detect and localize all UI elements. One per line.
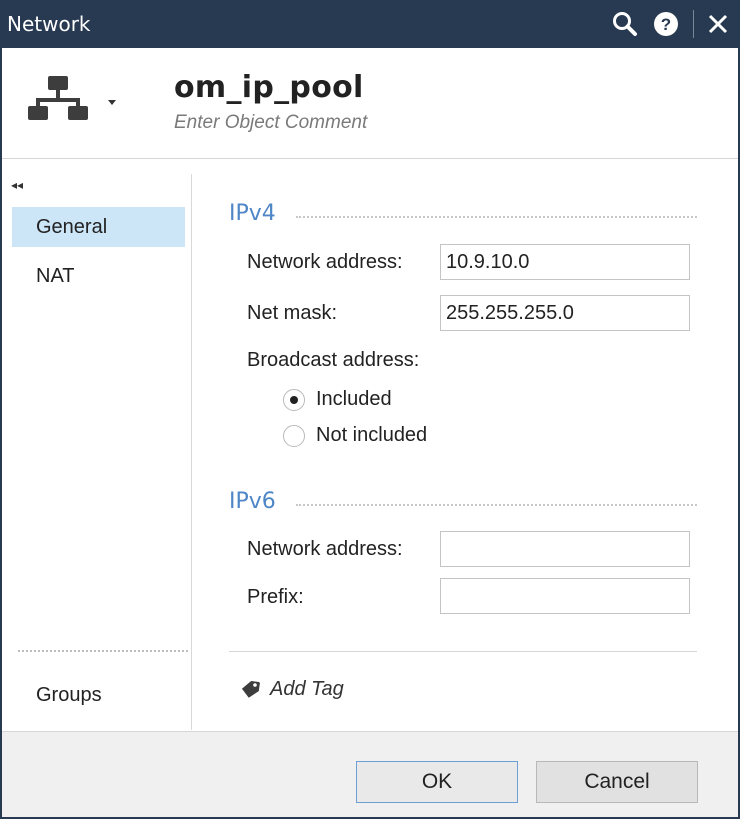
close-icon[interactable] (703, 8, 733, 40)
tags-divider (229, 651, 697, 652)
sidebar-border (191, 174, 192, 730)
broadcast-included-radio[interactable] (283, 389, 305, 411)
broadcast-address-label: Broadcast address: (247, 349, 420, 371)
net-mask-label: Net mask: (247, 302, 338, 324)
sidebar-item-nat[interactable]: NAT (12, 256, 185, 296)
object-comment-field[interactable]: Enter Object Comment (174, 112, 367, 134)
cancel-button[interactable]: Cancel (536, 761, 698, 803)
ipv6-section-divider (296, 504, 697, 506)
window-title: Network (7, 12, 91, 36)
ipv6-network-address-label: Network address: (247, 538, 403, 560)
object-header: om_ip_pool Enter Object Comment (2, 48, 738, 159)
ok-button[interactable]: OK (356, 761, 518, 803)
svg-text:?: ? (661, 15, 671, 34)
title-bar: Network ? (0, 0, 740, 48)
broadcast-not-included-radio[interactable] (283, 425, 305, 447)
collapse-icon[interactable]: ◂◂ (11, 178, 23, 192)
help-icon[interactable]: ? (651, 8, 681, 40)
ipv4-section-title: IPv4 (229, 201, 276, 226)
ipv4-section-divider (296, 216, 697, 218)
broadcast-not-included-label[interactable]: Not included (316, 424, 427, 447)
object-name[interactable]: om_ip_pool (174, 70, 364, 105)
prefix-label: Prefix: (247, 586, 304, 608)
network-object-icon[interactable] (28, 76, 88, 126)
sidebar-item-general[interactable]: General (12, 207, 185, 247)
net-mask-input[interactable] (440, 295, 690, 331)
add-tag-link[interactable]: Add Tag (270, 678, 344, 701)
search-icon[interactable] (610, 8, 640, 40)
prefix-input[interactable] (440, 578, 690, 614)
sidebar-divider (18, 650, 188, 652)
ipv6-section-title: IPv6 (229, 489, 276, 514)
tag-icon[interactable] (241, 679, 261, 704)
sidebar: ◂◂ General NAT Groups (2, 160, 191, 732)
title-separator (693, 10, 694, 38)
ipv6-network-address-input[interactable] (440, 531, 690, 567)
broadcast-included-label[interactable]: Included (316, 388, 392, 411)
ipv4-network-address-input[interactable] (440, 244, 690, 280)
ipv4-network-address-label: Network address: (247, 251, 403, 273)
sidebar-item-groups[interactable]: Groups (12, 675, 185, 715)
chevron-down-icon[interactable] (108, 100, 116, 105)
dialog-footer: OK Cancel (2, 731, 738, 817)
